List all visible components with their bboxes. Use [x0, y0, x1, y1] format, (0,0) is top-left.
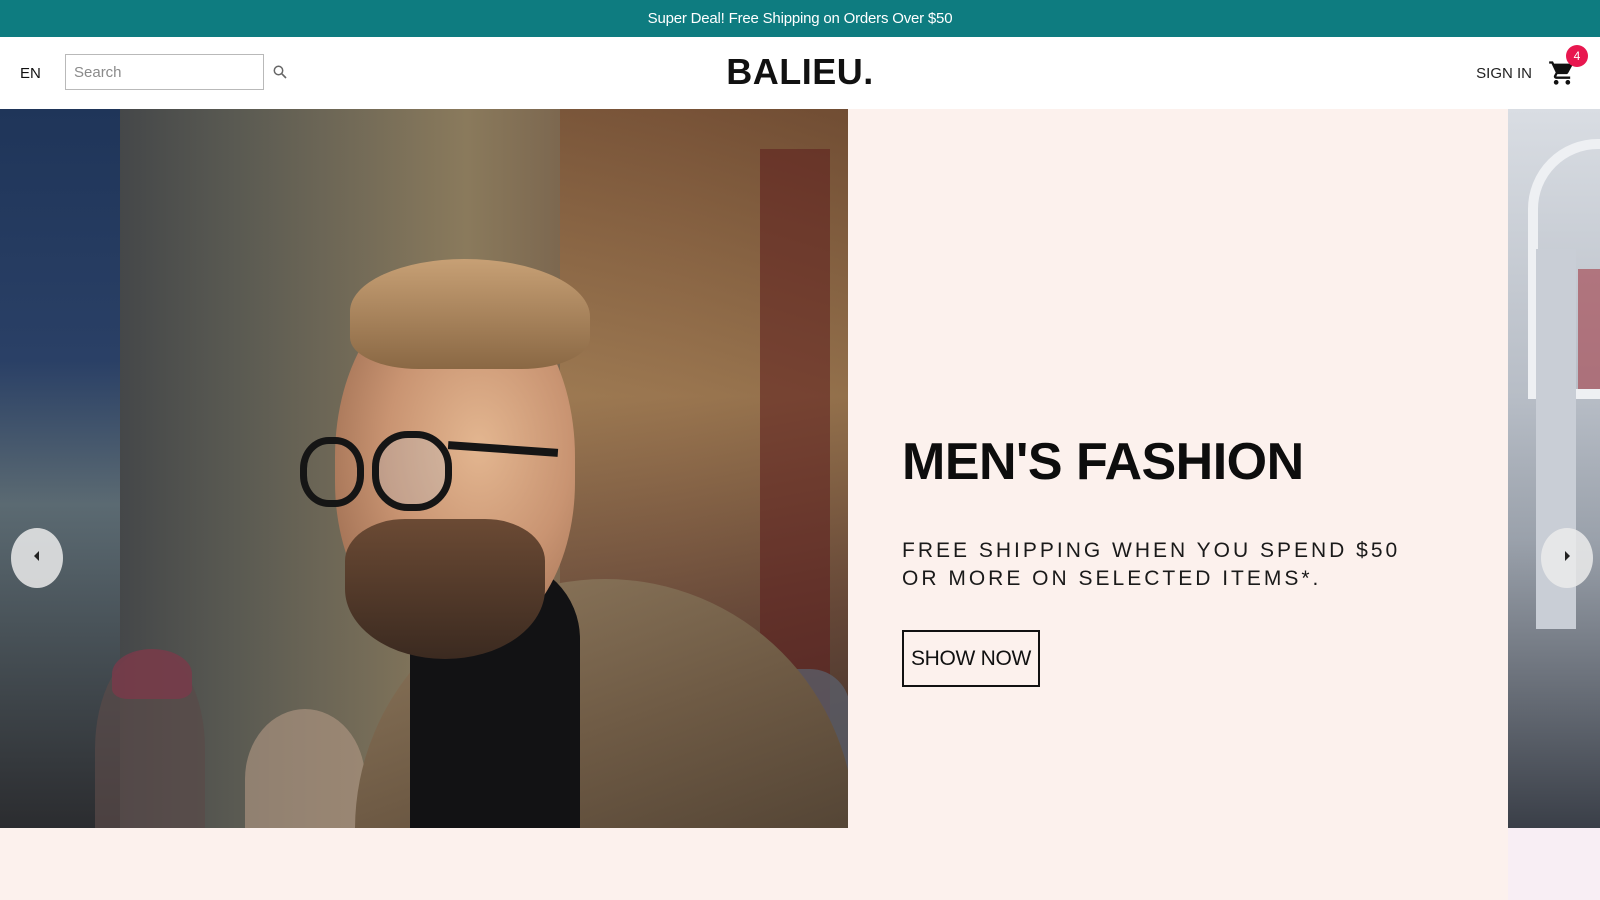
next-slide-button[interactable] [1541, 528, 1593, 588]
page-bottom-section [0, 828, 1600, 900]
announcement-bar: Super Deal! Free Shipping on Orders Over… [0, 0, 1600, 37]
site-header: EN BALIEU. SIGN IN 4 [0, 37, 1600, 109]
search-input[interactable] [74, 63, 273, 81]
sign-in-link[interactable]: SIGN IN [1476, 65, 1532, 82]
chevron-left-icon [32, 549, 42, 567]
show-now-button[interactable]: SHOW NOW [902, 630, 1040, 687]
slide-title: MEN'S FASHION [902, 433, 1304, 491]
cart-count-badge: 4 [1566, 45, 1588, 67]
next-slide-preview [1508, 109, 1600, 828]
chevron-right-icon [1562, 549, 1572, 567]
slide-description: FREE SHIPPING WHEN YOU SPEND $50 OR MORE… [902, 539, 1401, 590]
search-box [65, 54, 287, 90]
prev-slide-button[interactable] [11, 528, 63, 588]
cart-button[interactable]: 4 [1548, 45, 1588, 87]
slide-info-panel: MEN'S FASHION FREE SHIPPING WHEN YOU SPE… [848, 109, 1508, 828]
language-selector[interactable]: EN [20, 65, 41, 82]
brand-logo[interactable]: BALIEU. [726, 51, 874, 93]
search-icon[interactable] [273, 64, 287, 80]
hero-image [0, 109, 848, 828]
cart-icon [1548, 61, 1576, 91]
hero-slider: MEN'S FASHION FREE SHIPPING WHEN YOU SPE… [0, 109, 1600, 828]
announcement-text: Super Deal! Free Shipping on Orders Over… [647, 10, 953, 27]
